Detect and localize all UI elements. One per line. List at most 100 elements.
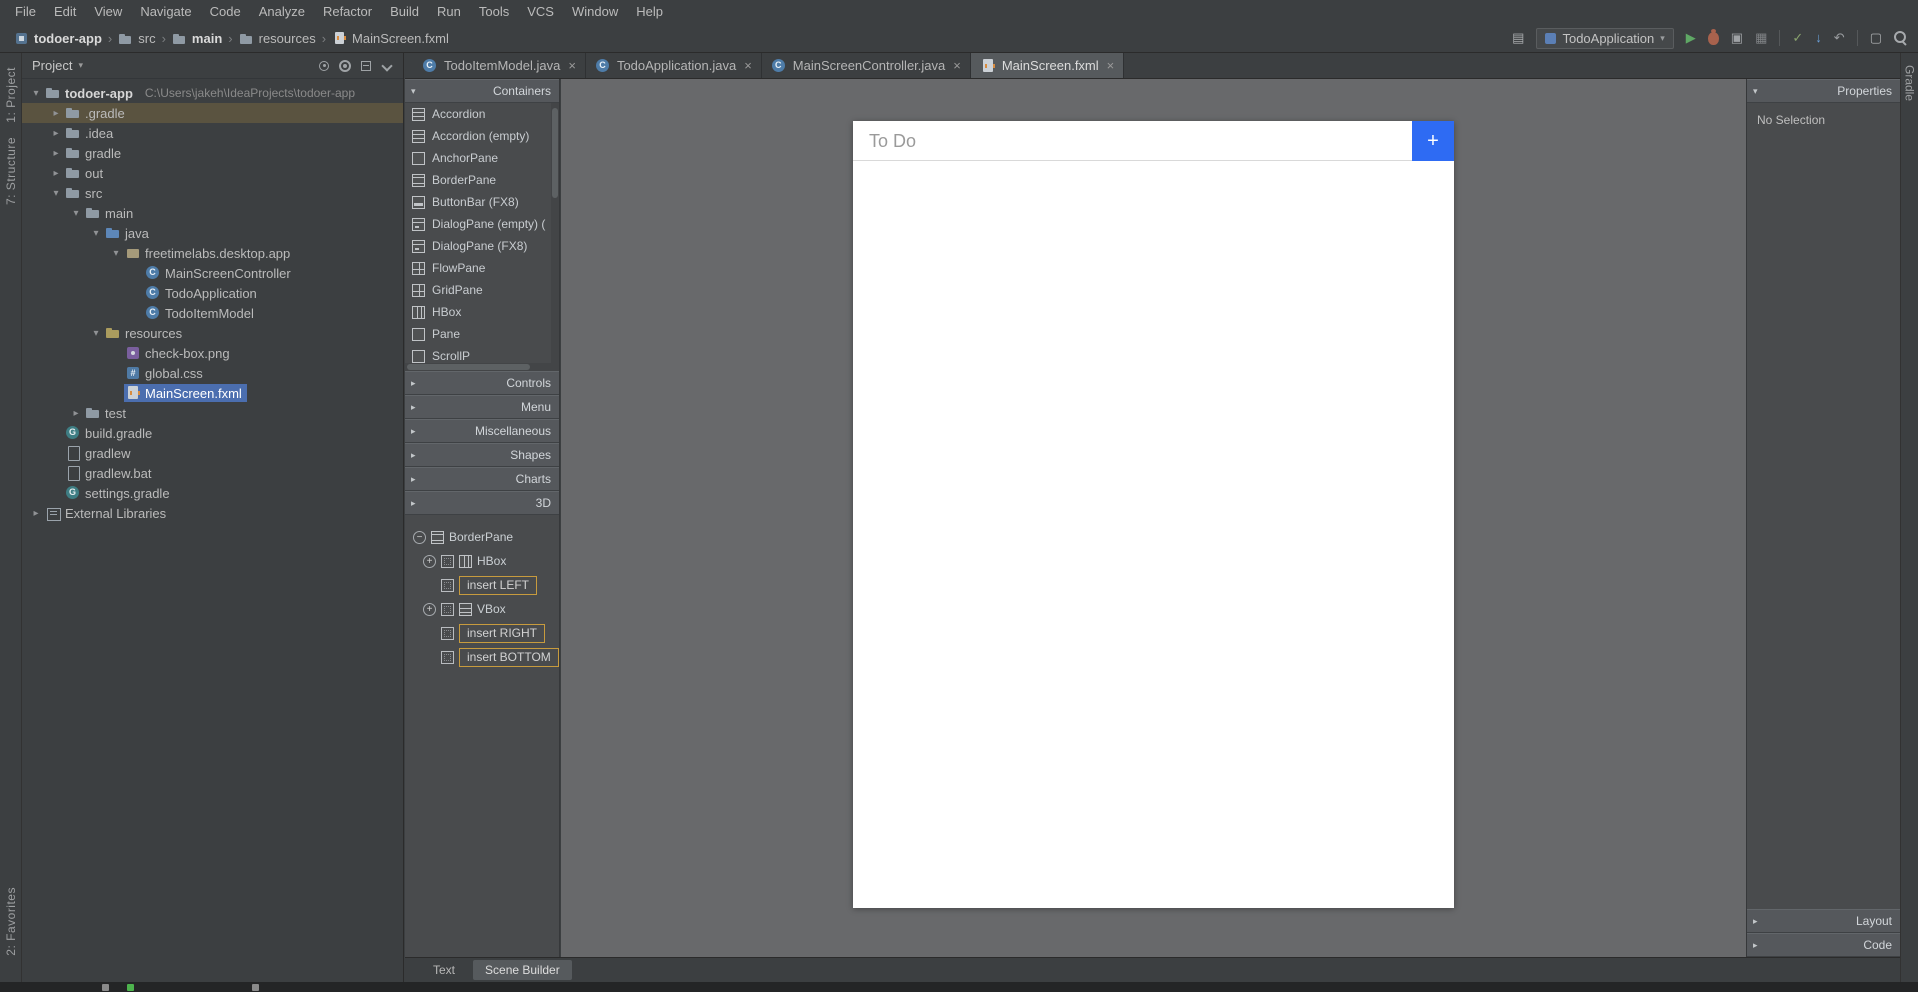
scrollbar-thumb[interactable] bbox=[552, 108, 558, 198]
library-item-scrollp[interactable]: ScrollP bbox=[405, 345, 559, 363]
menu-item-build[interactable]: Build bbox=[381, 0, 428, 24]
gear-icon[interactable] bbox=[339, 59, 351, 72]
tree-expanded-arrow[interactable]: ▾ bbox=[88, 328, 104, 339]
tree-row-todoitemmodel[interactable]: TodoItemModel bbox=[22, 303, 403, 323]
hierarchy-item-insert-bottom[interactable]: insert BOTTOM bbox=[405, 645, 559, 669]
run-config-select[interactable]: TodoApplication ▾ bbox=[1536, 27, 1674, 49]
tree-row-src[interactable]: ▾ src bbox=[22, 183, 403, 203]
library-item-accordion[interactable]: Accordion bbox=[405, 103, 559, 125]
tool-button-7-structure[interactable]: 7: Structure bbox=[4, 137, 18, 205]
view-tab-text[interactable]: Text bbox=[421, 960, 467, 980]
properties-section-header[interactable]: ▾ Properties bbox=[1747, 79, 1900, 103]
hide-panel-icon[interactable] bbox=[381, 60, 393, 72]
editor-tab-mainscreencontroller-java[interactable]: MainScreenController.java × bbox=[762, 53, 971, 78]
tree-row-resources[interactable]: ▾ resources bbox=[22, 323, 403, 343]
library-item-flowpane[interactable]: FlowPane bbox=[405, 257, 559, 279]
close-icon[interactable]: × bbox=[953, 58, 961, 73]
vcs-check-icon[interactable]: ✓ bbox=[1792, 30, 1803, 46]
library-item-dialogpane-empty[interactable]: DialogPane (empty) ( bbox=[405, 213, 559, 235]
breadcrumb-item-main[interactable]: main bbox=[172, 31, 222, 46]
menu-item-edit[interactable]: Edit bbox=[45, 0, 85, 24]
tool-button-2-favorites[interactable]: 2: Favorites bbox=[4, 887, 18, 956]
tree-expanded-arrow[interactable]: ▾ bbox=[28, 88, 44, 99]
scrollbar-thumb[interactable] bbox=[407, 364, 531, 370]
run-icon[interactable]: ▶ bbox=[1686, 30, 1696, 46]
library-section-shapes[interactable]: ▸ Shapes bbox=[405, 443, 559, 467]
menu-item-view[interactable]: View bbox=[85, 0, 131, 24]
tree-collapsed-arrow[interactable]: ▸ bbox=[48, 128, 64, 139]
debug-icon[interactable] bbox=[1707, 28, 1719, 45]
view-tab-scene-builder[interactable]: Scene Builder bbox=[473, 960, 572, 980]
menu-item-file[interactable]: File bbox=[6, 0, 45, 24]
tree-row-main[interactable]: ▾ main bbox=[22, 203, 403, 223]
tree-row-todoer-app[interactable]: ▾ todoer-app C:\Users\jakeh\IdeaProjects\t… bbox=[22, 83, 403, 103]
tree-row-mainscreen-fxml[interactable]: MainScreen.fxml bbox=[22, 383, 403, 403]
tree-row-check-box-png[interactable]: check-box.png bbox=[22, 343, 403, 363]
tree-row-test[interactable]: ▸ test bbox=[22, 403, 403, 423]
tree-collapsed-arrow[interactable]: ▸ bbox=[48, 108, 64, 119]
library-item-borderpane[interactable]: BorderPane bbox=[405, 169, 559, 191]
tree-row-external-libraries[interactable]: ▸ External Libraries bbox=[22, 503, 403, 523]
library-section-charts[interactable]: ▸ Charts bbox=[405, 467, 559, 491]
library-section-miscellaneous[interactable]: ▸ Miscellaneous bbox=[405, 419, 559, 443]
library-item-pane[interactable]: Pane bbox=[405, 323, 559, 345]
menu-item-code[interactable]: Code bbox=[201, 0, 250, 24]
hierarchy-item-insert-right[interactable]: insert RIGHT bbox=[405, 621, 559, 645]
event-log-icon[interactable] bbox=[252, 983, 259, 991]
hierarchy-item-borderpane[interactable]: − BorderPane bbox=[405, 525, 559, 549]
editor-tab-todoapplication-java[interactable]: TodoApplication.java × bbox=[586, 53, 762, 78]
profiler-icon[interactable]: ▦ bbox=[1755, 30, 1767, 46]
horizontal-scrollbar[interactable] bbox=[405, 363, 559, 371]
insert-placeholder[interactable]: insert RIGHT bbox=[459, 623, 546, 643]
hierarchy-item-vbox[interactable]: + VBox bbox=[405, 597, 559, 621]
tree-collapsed-arrow[interactable]: ▸ bbox=[48, 168, 64, 179]
tree-expanded-arrow[interactable]: ▾ bbox=[88, 228, 104, 239]
run-status-icon[interactable] bbox=[127, 983, 134, 991]
menu-item-navigate[interactable]: Navigate bbox=[131, 0, 200, 24]
tree-row-out[interactable]: ▸ out bbox=[22, 163, 403, 183]
editor-tab-mainscreen-fxml[interactable]: MainScreen.fxml × bbox=[970, 53, 1125, 78]
menu-item-vcs[interactable]: VCS bbox=[518, 0, 563, 24]
vcs-update-icon[interactable]: ↓ bbox=[1815, 30, 1822, 46]
tree-collapsed-arrow[interactable]: ▸ bbox=[48, 148, 64, 159]
tree-expanded-arrow[interactable]: ▾ bbox=[48, 188, 64, 199]
vcs-rollback-icon[interactable]: ↶ bbox=[1834, 30, 1845, 46]
tree-expanded-arrow[interactable]: ▾ bbox=[68, 208, 84, 219]
library-section-menu[interactable]: ▸ Menu bbox=[405, 395, 559, 419]
tool-button-gradle[interactable]: Gradle bbox=[1903, 65, 1917, 101]
coverage-icon[interactable]: ▣ bbox=[1731, 30, 1743, 46]
library-item-hbox[interactable]: HBox bbox=[405, 301, 559, 323]
insert-placeholder[interactable]: insert BOTTOM bbox=[459, 647, 559, 667]
breadcrumb-item-mainscreen-fxml[interactable]: MainScreen.fxml bbox=[332, 31, 449, 46]
tree-row-todoapplication[interactable]: TodoApplication bbox=[22, 283, 403, 303]
tree-expanded-arrow[interactable]: ▾ bbox=[108, 248, 124, 259]
scene-builder-canvas[interactable]: To Do + bbox=[561, 79, 1746, 957]
todo-list-area[interactable] bbox=[853, 161, 1454, 907]
menu-item-refactor[interactable]: Refactor bbox=[314, 0, 381, 24]
tree-row-java[interactable]: ▾ java bbox=[22, 223, 403, 243]
design-surface[interactable]: To Do + bbox=[853, 121, 1454, 908]
hierarchy-item-hbox[interactable]: + HBox bbox=[405, 549, 559, 573]
window-icon[interactable]: ▢ bbox=[1870, 30, 1882, 46]
menu-item-tools[interactable]: Tools bbox=[470, 0, 518, 24]
toggle-plus-icon[interactable]: + bbox=[423, 602, 436, 616]
properties-section-layout[interactable]: ▸ Layout bbox=[1747, 909, 1900, 933]
locate-icon[interactable] bbox=[318, 60, 330, 72]
close-icon[interactable]: × bbox=[568, 58, 576, 73]
library-section-3d[interactable]: ▸ 3D bbox=[405, 491, 559, 515]
library-item-accordion-empty[interactable]: Accordion (empty) bbox=[405, 125, 559, 147]
library-item-anchorpane[interactable]: AnchorPane bbox=[405, 147, 559, 169]
properties-section-code[interactable]: ▸ Code bbox=[1747, 933, 1900, 957]
editor-tab-todoitemmodel-java[interactable]: TodoItemModel.java × bbox=[413, 53, 586, 78]
add-todo-button[interactable]: + bbox=[1412, 121, 1454, 161]
vertical-scrollbar[interactable] bbox=[551, 103, 559, 363]
tree-row-gradlew-bat[interactable]: gradlew.bat bbox=[22, 463, 403, 483]
tree-collapsed-arrow[interactable]: ▸ bbox=[28, 508, 44, 519]
toolwindow-icon[interactable] bbox=[102, 983, 109, 991]
hierarchy-item-insert-left[interactable]: insert LEFT bbox=[405, 573, 559, 597]
library-section-containers[interactable]: ▾ Containers bbox=[405, 79, 559, 103]
menu-item-run[interactable]: Run bbox=[428, 0, 470, 24]
menu-item-analyze[interactable]: Analyze bbox=[250, 0, 314, 24]
insert-placeholder[interactable]: insert LEFT bbox=[459, 575, 538, 595]
project-view-select[interactable]: Project bbox=[32, 58, 72, 73]
